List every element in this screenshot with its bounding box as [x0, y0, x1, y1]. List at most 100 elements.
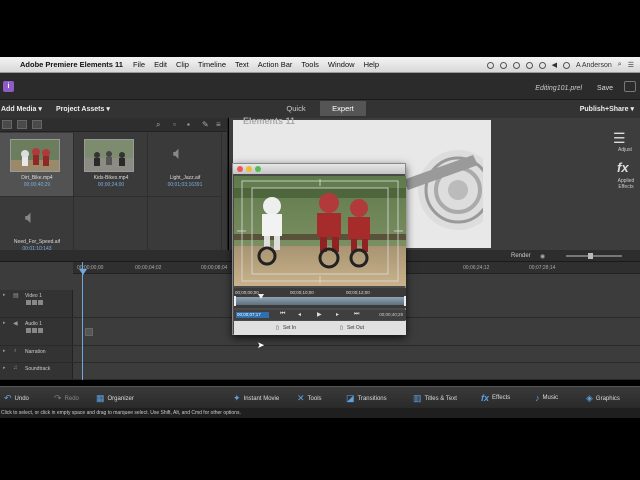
track-buttons[interactable]: [26, 300, 43, 305]
asset-item[interactable]: Kids-Bikes.mp4 00;00;24;00: [74, 133, 148, 197]
set-out-button[interactable]: Set Out: [347, 325, 364, 331]
app-menu[interactable]: Adobe Premiere Elements 11: [20, 60, 123, 69]
menu-clip[interactable]: Clip: [176, 60, 189, 69]
panel-menu-icon[interactable]: ≡: [216, 120, 221, 129]
zoom-icon[interactable]: [255, 166, 261, 172]
track-header: ▸ ♁ Narration: [0, 346, 73, 362]
minimize-icon[interactable]: [246, 166, 252, 172]
go-to-in-icon[interactable]: ⏮: [280, 311, 285, 318]
add-media-button[interactable]: Add Media ▾: [1, 105, 42, 113]
adjust-icon[interactable]: ☰: [613, 130, 626, 147]
menu-edit[interactable]: Edit: [154, 60, 167, 69]
in-point-handle[interactable]: [234, 296, 236, 306]
audio-clip-marker[interactable]: [85, 328, 93, 336]
playhead-line[interactable]: [82, 262, 83, 380]
tray-bluetooth-icon[interactable]: [525, 61, 533, 69]
dialog-titlebar[interactable]: [233, 164, 405, 174]
step-back-icon[interactable]: ◂: [298, 311, 301, 318]
expand-arrow-icon[interactable]: ▸: [3, 292, 6, 298]
menu-action-bar[interactable]: Action Bar: [258, 60, 293, 69]
step-forward-icon[interactable]: ▸: [336, 311, 339, 318]
list-view-icon[interactable]: [2, 120, 12, 129]
set-out-icon[interactable]: ▯: [340, 325, 343, 331]
track-name: Narration: [25, 349, 46, 355]
asset-item[interactable]: Dirt_Bike.mp4 00;00;40;29: [0, 133, 74, 197]
menu-text[interactable]: Text: [235, 60, 249, 69]
music-button[interactable]: ♪ Music: [535, 393, 558, 403]
battery-icon[interactable]: [562, 61, 570, 69]
fx-icon: fx: [481, 393, 490, 403]
audio-filter-icon[interactable]: [32, 120, 42, 129]
tray-sync-icon[interactable]: [499, 61, 507, 69]
menu-timeline[interactable]: Timeline: [198, 60, 226, 69]
instant-movie-button[interactable]: ✦ Instant Movie: [233, 393, 279, 404]
asset-name: Dirt_Bike.mp4: [21, 175, 53, 181]
volume-icon[interactable]: ◀: [552, 61, 557, 69]
asset-duration: 00;00;40;29: [23, 182, 51, 188]
expand-arrow-icon[interactable]: ▸: [3, 320, 6, 326]
tray-time-machine-icon[interactable]: [512, 61, 520, 69]
track-soundtrack[interactable]: ▸ ♫ Soundtrack: [0, 363, 640, 380]
clip-preview[interactable]: [234, 176, 406, 286]
graphics-button[interactable]: ◈ Graphics: [586, 393, 620, 404]
publish-share-button[interactable]: Publish+Share ▾: [580, 105, 634, 113]
organizer-button[interactable]: ▦ Organizer: [96, 393, 134, 404]
set-in-out-row: ▯ Set In ▯ Set Out: [234, 321, 406, 335]
tools-button[interactable]: ✕ Tools: [297, 393, 322, 404]
tab-expert[interactable]: Expert: [320, 101, 366, 116]
mic-icon: ♁: [13, 348, 18, 354]
menu-window[interactable]: Window: [328, 60, 355, 69]
new-item-icon[interactable]: ▫: [173, 120, 176, 129]
image-filter-icon[interactable]: [17, 120, 27, 129]
effects-label: Effects: [492, 395, 511, 401]
expand-arrow-icon[interactable]: ▸: [3, 365, 6, 371]
go-to-out-icon[interactable]: ⏭: [354, 311, 359, 318]
mode-row: Add Media ▾ Project Assets ▾ Quick Exper…: [0, 100, 640, 118]
render-button[interactable]: Render: [511, 253, 531, 259]
play-icon[interactable]: ▶: [317, 311, 322, 318]
trim-scrubber[interactable]: 00;00;00;00 00;00;10;00 00;00;12;00: [234, 288, 406, 308]
titles-text-label: Titles & Text: [424, 395, 457, 402]
zoom-slider-knob[interactable]: [588, 253, 593, 259]
save-button[interactable]: Save: [597, 85, 613, 92]
asset-item[interactable]: 🔈︎ Light_Jazz.aif 00;01;03;16391: [148, 133, 222, 197]
track-buttons[interactable]: [26, 328, 43, 333]
list-icon[interactable]: ☰: [628, 61, 634, 69]
eye-icon[interactable]: ◉: [540, 253, 545, 260]
titles-text-button[interactable]: ▥ Titles & Text: [413, 393, 457, 404]
clip-trim-dialog[interactable]: 00;00;00;00 00;00;10;00 00;00;12;00 00;0…: [232, 163, 406, 335]
trim-playhead[interactable]: [258, 294, 264, 299]
current-timecode[interactable]: 00;00;07;17: [236, 312, 269, 318]
fx-icon[interactable]: fx: [617, 160, 629, 175]
expand-arrow-icon[interactable]: ▸: [3, 348, 6, 354]
organizer-label: Organizer: [107, 395, 134, 402]
wrench-icon[interactable]: ✎: [202, 120, 209, 129]
track-narration[interactable]: ▸ ♁ Narration: [0, 346, 640, 363]
monitor-title-text: Elements 11: [243, 116, 296, 126]
transitions-button[interactable]: ◪ Transitions: [346, 393, 387, 404]
undo-button[interactable]: ↶ Undo: [4, 393, 29, 404]
playhead-marker[interactable]: [79, 269, 87, 275]
set-in-icon[interactable]: ▯: [276, 325, 279, 331]
user-name[interactable]: A Anderson: [576, 62, 612, 69]
out-point-handle[interactable]: [404, 296, 406, 306]
menu-file[interactable]: File: [133, 60, 145, 69]
adjust-label[interactable]: Adjust: [618, 147, 632, 153]
menu-help[interactable]: Help: [364, 60, 379, 69]
effects-button[interactable]: fx Effects: [481, 393, 510, 403]
search-icon[interactable]: ⌕: [156, 120, 160, 129]
trash-icon[interactable]: ▪: [187, 120, 190, 129]
wand-icon: ✦: [233, 393, 241, 403]
spotlight-icon[interactable]: ⌕: [618, 61, 622, 69]
zoom-slider[interactable]: [566, 253, 622, 259]
tray-status-icon[interactable]: [486, 61, 494, 69]
tab-quick[interactable]: Quick: [273, 101, 319, 116]
menu-tools[interactable]: Tools: [301, 60, 319, 69]
applied-effects-label[interactable]: Applied Effects: [614, 178, 638, 190]
set-in-button[interactable]: Set In: [283, 325, 296, 331]
redo-button[interactable]: ↷ Redo: [54, 393, 79, 404]
close-icon[interactable]: [237, 166, 243, 172]
project-assets-button[interactable]: Project Assets ▾: [56, 105, 110, 113]
fullscreen-icon[interactable]: [624, 81, 636, 92]
tray-wifi-icon[interactable]: [538, 61, 546, 69]
